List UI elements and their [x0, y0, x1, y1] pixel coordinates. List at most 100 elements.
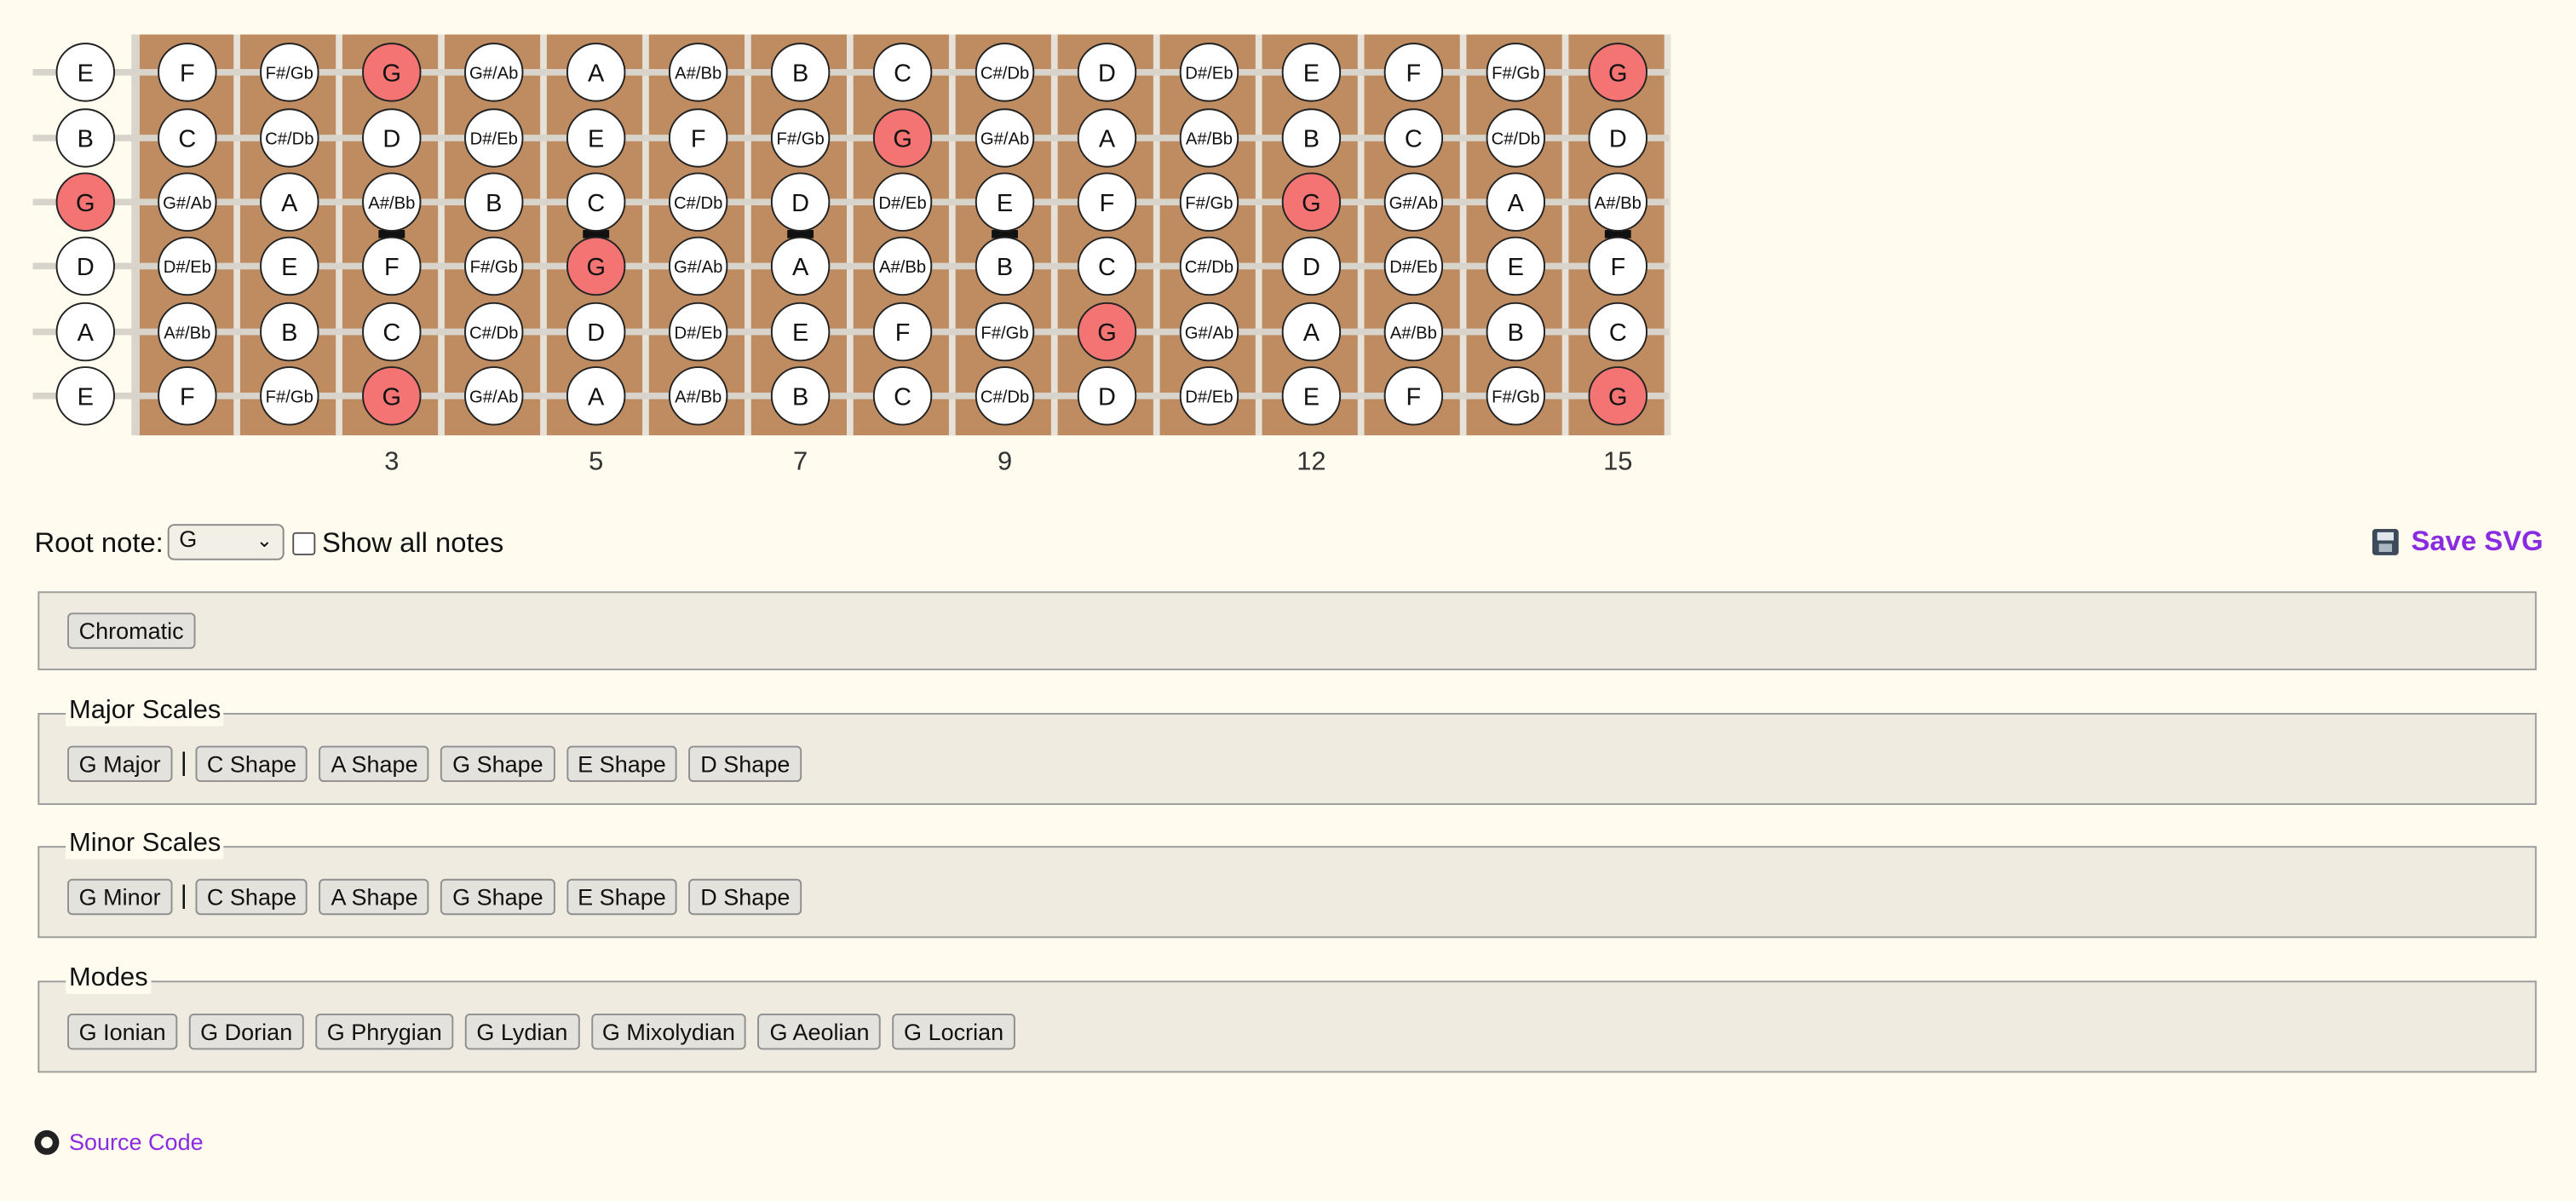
fret-note-label: G#/Ab — [674, 258, 722, 277]
fret-note-label: D — [1098, 60, 1116, 87]
major-shape-e-button[interactable]: E Shape — [566, 745, 678, 783]
modes-section: Modes G Ionian G Dorian G Phrygian G Lyd… — [37, 964, 2537, 1073]
major-scales-legend: Major Scales — [66, 696, 225, 727]
nut — [131, 34, 140, 436]
fret-note-label: F — [895, 319, 911, 347]
fret-note-label: D#/Eb — [1185, 65, 1233, 83]
fret-wire — [948, 34, 956, 436]
save-svg-button[interactable]: Save SVG — [2372, 526, 2543, 559]
major-shape-c-button[interactable]: C Shape — [195, 745, 308, 783]
fret-note-label: F — [1406, 383, 1422, 411]
minor-shape-e-button[interactable]: E Shape — [566, 878, 678, 916]
fret-note-label: F#/Gb — [266, 388, 313, 407]
root-note-select[interactable]: G ⌄ — [167, 524, 285, 560]
mode-mixolydian-button[interactable]: G Mixolydian — [590, 1013, 747, 1050]
fret-wire — [642, 34, 649, 436]
major-shape-d-button[interactable]: D Shape — [688, 745, 802, 783]
mode-aeolian-button[interactable]: G Aeolian — [757, 1013, 882, 1050]
fret-number: 12 — [1297, 446, 1325, 476]
github-icon — [34, 1129, 60, 1154]
fret-note-label: C#/Db — [469, 324, 518, 342]
fret-number: 3 — [384, 446, 399, 476]
fret-note-label: F — [1610, 254, 1625, 281]
fret-note-label: G — [586, 254, 605, 281]
floppy-disk-icon — [2372, 529, 2399, 555]
fret-note-label: B — [997, 254, 1013, 281]
separator: | — [180, 882, 187, 911]
fret-note-label: D — [1609, 126, 1627, 153]
fret-note-label: F#/Gb — [470, 258, 518, 277]
show-all-notes-label: Show all notes — [322, 527, 504, 559]
fret-note-label: C#/Db — [980, 65, 1029, 83]
fret-note-label: G#/Ab — [163, 194, 211, 213]
fret-note-label: A#/Bb — [879, 258, 926, 277]
fret-note-label: C#/Db — [980, 388, 1029, 407]
fret-note-label: G — [1608, 383, 1627, 411]
fret-note-label: C#/Db — [265, 130, 313, 149]
fret-note-label: A — [281, 190, 298, 217]
fret-note-label: A — [1099, 126, 1116, 153]
fret-note-label: E — [281, 254, 297, 281]
fret-note-label: D — [587, 319, 605, 347]
save-svg-label: Save SVG — [2411, 526, 2544, 557]
mode-locrian-button[interactable]: G Locrian — [892, 1013, 1015, 1050]
fret-note-label: A — [588, 60, 605, 87]
major-shape-a-button[interactable]: A Shape — [319, 745, 430, 783]
minor-shape-c-button[interactable]: C Shape — [195, 878, 308, 916]
chromatic-section: Chromatic — [37, 591, 2537, 670]
fret-note-label: D#/Eb — [1389, 258, 1437, 277]
controls-bar: Root note: G ⌄ Show all notes Save SVG — [35, 522, 2544, 565]
fret-note-label: B — [792, 60, 808, 87]
major-shape-g-button[interactable]: G Shape — [440, 745, 555, 783]
fret-note-label: E — [997, 190, 1013, 217]
fret-wire — [540, 34, 547, 436]
fret-note-label: A — [792, 254, 809, 281]
fret-wire — [745, 34, 751, 436]
fret-note-label: B — [281, 319, 297, 347]
fret-note-label: F#/Gb — [266, 65, 313, 83]
fret-note-label: G — [1608, 60, 1627, 87]
minor-shape-a-button[interactable]: A Shape — [319, 878, 430, 916]
minor-shape-g-button[interactable]: G Shape — [440, 878, 555, 916]
mode-lydian-button[interactable]: G Lydian — [464, 1013, 579, 1050]
minor-scale-button[interactable]: G Minor — [67, 878, 173, 916]
fret-wire — [1459, 34, 1467, 436]
fret-note-label: G — [893, 126, 911, 153]
fret-note-label: D#/Eb — [878, 194, 926, 213]
fret-note-label: G#/Ab — [1389, 194, 1438, 213]
fret-note-label: F#/Gb — [1492, 65, 1539, 83]
major-scale-button[interactable]: G Major — [67, 745, 173, 783]
minor-shape-d-button[interactable]: D Shape — [688, 878, 802, 916]
show-all-notes-toggle[interactable]: Show all notes — [292, 527, 503, 560]
fret-note-label: F — [1406, 60, 1422, 87]
fret-note-label: G#/Ab — [1185, 324, 1233, 342]
mode-phrygian-button[interactable]: G Phrygian — [315, 1013, 454, 1050]
minor-scales-legend: Minor Scales — [66, 829, 225, 859]
fret-number: 7 — [793, 446, 808, 476]
fret-note-label: C#/Db — [1185, 258, 1233, 277]
chromatic-button[interactable]: Chromatic — [67, 612, 196, 649]
fret-note-label: A#/Bb — [1595, 194, 1642, 213]
show-all-notes-checkbox[interactable] — [292, 532, 316, 555]
fret-note-label: A#/Bb — [675, 65, 722, 83]
fret-note-label: A#/Bb — [675, 388, 722, 407]
source-code-link[interactable]: Source Code — [34, 1129, 204, 1155]
fret-note-label: G — [382, 60, 401, 87]
fret-wire — [1664, 34, 1671, 436]
fret-note-label: A#/Bb — [368, 194, 415, 213]
fret-note-label: C — [1405, 126, 1423, 153]
fret-note-label: C — [894, 60, 911, 87]
fret-note-label: B — [1508, 319, 1524, 347]
fret-wire — [438, 34, 445, 436]
mode-dorian-button[interactable]: G Dorian — [188, 1013, 304, 1050]
open-string-note-label: E — [78, 60, 94, 87]
fret-wire — [1357, 34, 1365, 436]
fret-number: 5 — [589, 446, 603, 476]
open-string-note-label: D — [77, 254, 95, 281]
mode-ionian-button[interactable]: G Ionian — [67, 1013, 178, 1050]
fret-note-label: A — [1508, 190, 1525, 217]
fret-wire — [847, 34, 854, 436]
fret-note-label: F — [1100, 190, 1115, 217]
fret-number: 15 — [1603, 446, 1632, 476]
fret-note-label: A — [588, 383, 605, 411]
